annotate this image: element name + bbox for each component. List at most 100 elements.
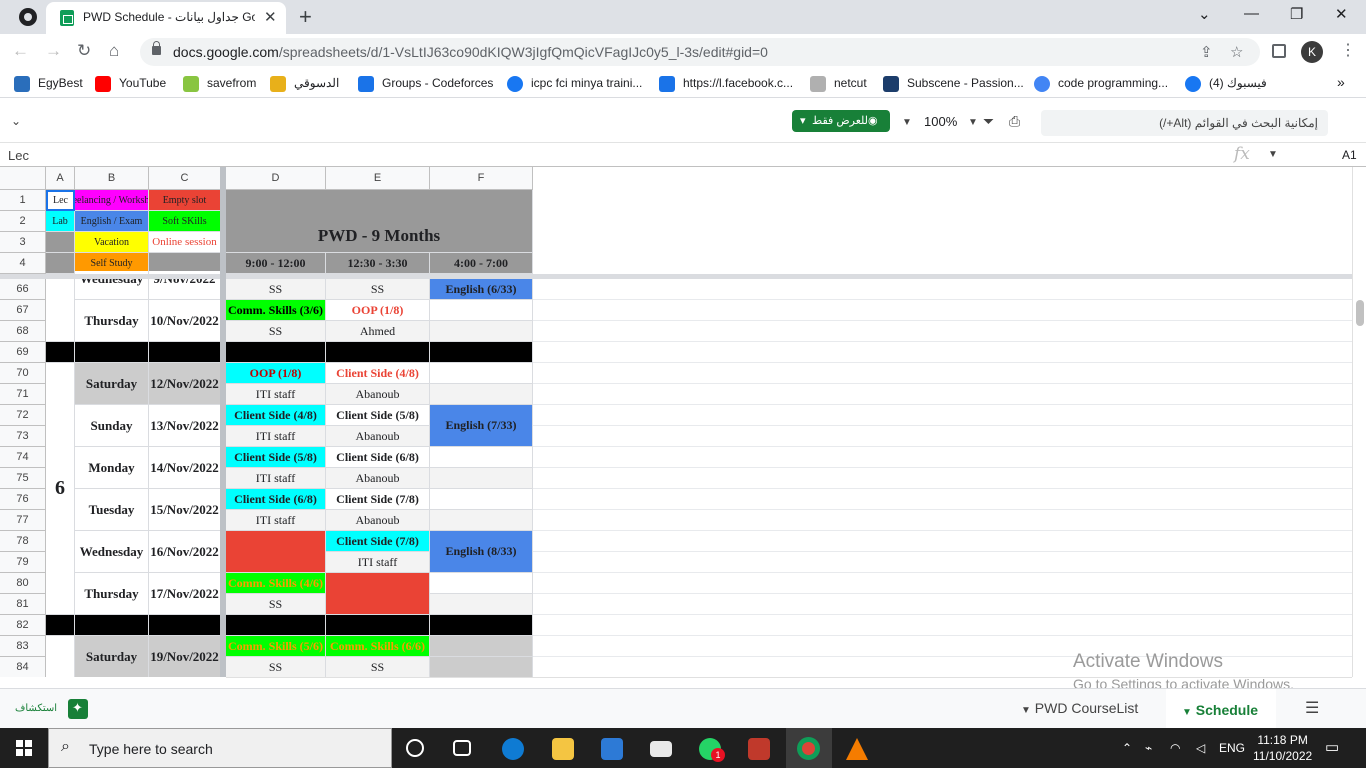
github-icon[interactable]: [19, 8, 37, 26]
instructor-cell[interactable]: SS: [326, 657, 430, 677]
back-icon[interactable]: ←: [12, 41, 29, 61]
network-status-icon[interactable]: ⌁: [1145, 741, 1152, 755]
formula-expand-icon[interactable]: ▼: [1268, 149, 1278, 160]
view-only-button[interactable]: ▾ للعرض فقط ◉: [792, 110, 890, 132]
blank-cell[interactable]: [430, 447, 533, 468]
empty-grid-row[interactable]: [533, 510, 1352, 531]
row-header[interactable]: 77: [0, 510, 46, 531]
reload-icon[interactable]: ↻: [77, 41, 91, 61]
row-header[interactable]: 71: [0, 384, 46, 405]
row-header[interactable]: 81: [0, 594, 46, 615]
legend-freelancing[interactable]: Freelancing / Workshop: [75, 190, 149, 211]
blank-cell[interactable]: [430, 321, 533, 342]
session-lab[interactable]: Client Side (5/8): [226, 447, 326, 468]
empty-grid-row[interactable]: [533, 594, 1352, 615]
empty-grid-row[interactable]: [533, 657, 1352, 677]
bookmark-5[interactable]: icpc fci minya traini...: [531, 76, 642, 90]
empty-grid-row[interactable]: [533, 615, 1352, 636]
restore-icon[interactable]: ❐: [1290, 5, 1303, 23]
bookmark-4[interactable]: Groups - Codeforces: [382, 76, 493, 90]
instructor-cell[interactable]: ITI staff: [326, 552, 430, 573]
home-icon[interactable]: ⌂: [109, 41, 119, 61]
empty-grid-row[interactable]: [533, 405, 1352, 426]
spreadsheet-grid[interactable]: A B C D E F 1 2 3 4 66 67 68 69 70 71 72 73 74 75 76 77 78 79 80…: [0, 167, 1352, 677]
instructor-cell[interactable]: Abanoub: [326, 426, 430, 447]
blank-cell[interactable]: [430, 594, 533, 615]
date-cell[interactable]: 15/Nov/2022: [149, 489, 221, 531]
day-cell[interactable]: Thursday: [75, 573, 149, 615]
schedule-title[interactable]: PWD - 9 Months: [226, 190, 533, 253]
profile-avatar[interactable]: K: [1301, 41, 1323, 63]
address-bar[interactable]: docs.google.com/spreadsheets/d/1-VsLtIJ6…: [140, 38, 1260, 66]
day-cell[interactable]: Wednesday: [75, 531, 149, 573]
tab-pwd-courselist[interactable]: ▼ PWD CourseList: [1005, 689, 1165, 729]
taskbar-clock[interactable]: 11:18 PM 11/10/2022: [1253, 732, 1312, 764]
row-header[interactable]: 68: [0, 321, 46, 342]
empty-slot[interactable]: [326, 573, 430, 615]
explore-label[interactable]: استكشاف: [15, 703, 57, 714]
legend-lab[interactable]: Lab: [46, 211, 75, 232]
instructor-cell[interactable]: SS: [226, 321, 326, 342]
empty-grid-row[interactable]: [533, 300, 1352, 321]
bookmark-2[interactable]: savefrom: [207, 76, 256, 90]
separator-cell[interactable]: [326, 342, 430, 363]
session-online[interactable]: Client Side (4/8): [326, 363, 430, 384]
wifi-icon[interactable]: ◠: [1170, 741, 1180, 755]
day-cell[interactable]: Sunday: [75, 405, 149, 447]
legend-online-session[interactable]: Online session: [149, 232, 221, 253]
separator-cell[interactable]: [226, 615, 326, 636]
session-english[interactable]: English (6/33): [430, 279, 533, 300]
legend-english[interactable]: English / Exam: [75, 211, 149, 232]
week-number-cell[interactable]: 6: [46, 363, 75, 615]
session-soft-skills[interactable]: Comm. Skills (3/6): [226, 300, 326, 321]
file-explorer-icon[interactable]: [552, 738, 574, 760]
separator-cell[interactable]: [149, 342, 221, 363]
row-header[interactable]: 78: [0, 531, 46, 552]
filter-icon[interactable]: ⏷: [983, 113, 994, 130]
date-cell[interactable]: 19/Nov/2022: [149, 636, 221, 677]
empty-grid-row[interactable]: [533, 447, 1352, 468]
bookmark-3[interactable]: الدسوقي: [294, 76, 339, 90]
separator-cell[interactable]: [46, 615, 75, 636]
winrar-icon[interactable]: [748, 738, 770, 760]
instructor-cell[interactable]: ITI staff: [226, 426, 326, 447]
close-window-icon[interactable]: ✕: [1335, 5, 1348, 23]
session-lab[interactable]: Client Side (7/8): [326, 531, 430, 552]
day-cell[interactable]: Monday: [75, 447, 149, 489]
row-header[interactable]: 84: [0, 657, 46, 677]
blank-cell[interactable]: [430, 300, 533, 321]
browser-tab[interactable]: PWD Schedule - جداول بيانات Goo ✕: [46, 2, 286, 34]
language-indicator[interactable]: ENG: [1219, 741, 1245, 755]
instructor-cell[interactable]: SS: [326, 279, 430, 300]
side-panel-icon[interactable]: [1272, 44, 1286, 58]
legend-blank[interactable]: [46, 232, 75, 253]
zoom-dropdown-icon[interactable]: ▼: [902, 117, 912, 128]
column-header-b[interactable]: B: [75, 167, 149, 190]
week-cell-prev[interactable]: [46, 279, 75, 342]
separator-cell[interactable]: [430, 342, 533, 363]
blank-cell[interactable]: [430, 510, 533, 531]
instructor-cell[interactable]: Abanoub: [326, 384, 430, 405]
session-english[interactable]: English (7/33): [430, 405, 533, 447]
tab-schedule[interactable]: ▼ Schedule: [1166, 689, 1276, 729]
filter-dropdown-icon[interactable]: ▼: [968, 117, 978, 128]
separator-cell[interactable]: [75, 342, 149, 363]
all-sheets-icon[interactable]: ☰: [1305, 698, 1319, 718]
row-header[interactable]: 74: [0, 447, 46, 468]
empty-grid-row[interactable]: [533, 489, 1352, 510]
instructor-cell[interactable]: Ahmed: [326, 321, 430, 342]
blank-cell[interactable]: [430, 573, 533, 594]
scroll-thumb[interactable]: [1356, 300, 1364, 326]
bookmark-6[interactable]: https://l.facebook.c...: [683, 76, 793, 90]
empty-grid-row[interactable]: [533, 321, 1352, 342]
date-cell[interactable]: 17/Nov/2022: [149, 573, 221, 615]
row-header[interactable]: 70: [0, 363, 46, 384]
row-header[interactable]: 2: [0, 211, 46, 232]
row-header[interactable]: 76: [0, 489, 46, 510]
empty-grid-row[interactable]: [533, 279, 1352, 300]
tray-chevron-icon[interactable]: ⌃: [1122, 741, 1132, 755]
instructor-cell[interactable]: ITI staff: [226, 384, 326, 405]
session-lecture[interactable]: Client Side (6/8): [326, 447, 430, 468]
windows-start-icon[interactable]: [16, 740, 32, 756]
vertical-scrollbar[interactable]: [1352, 167, 1366, 677]
